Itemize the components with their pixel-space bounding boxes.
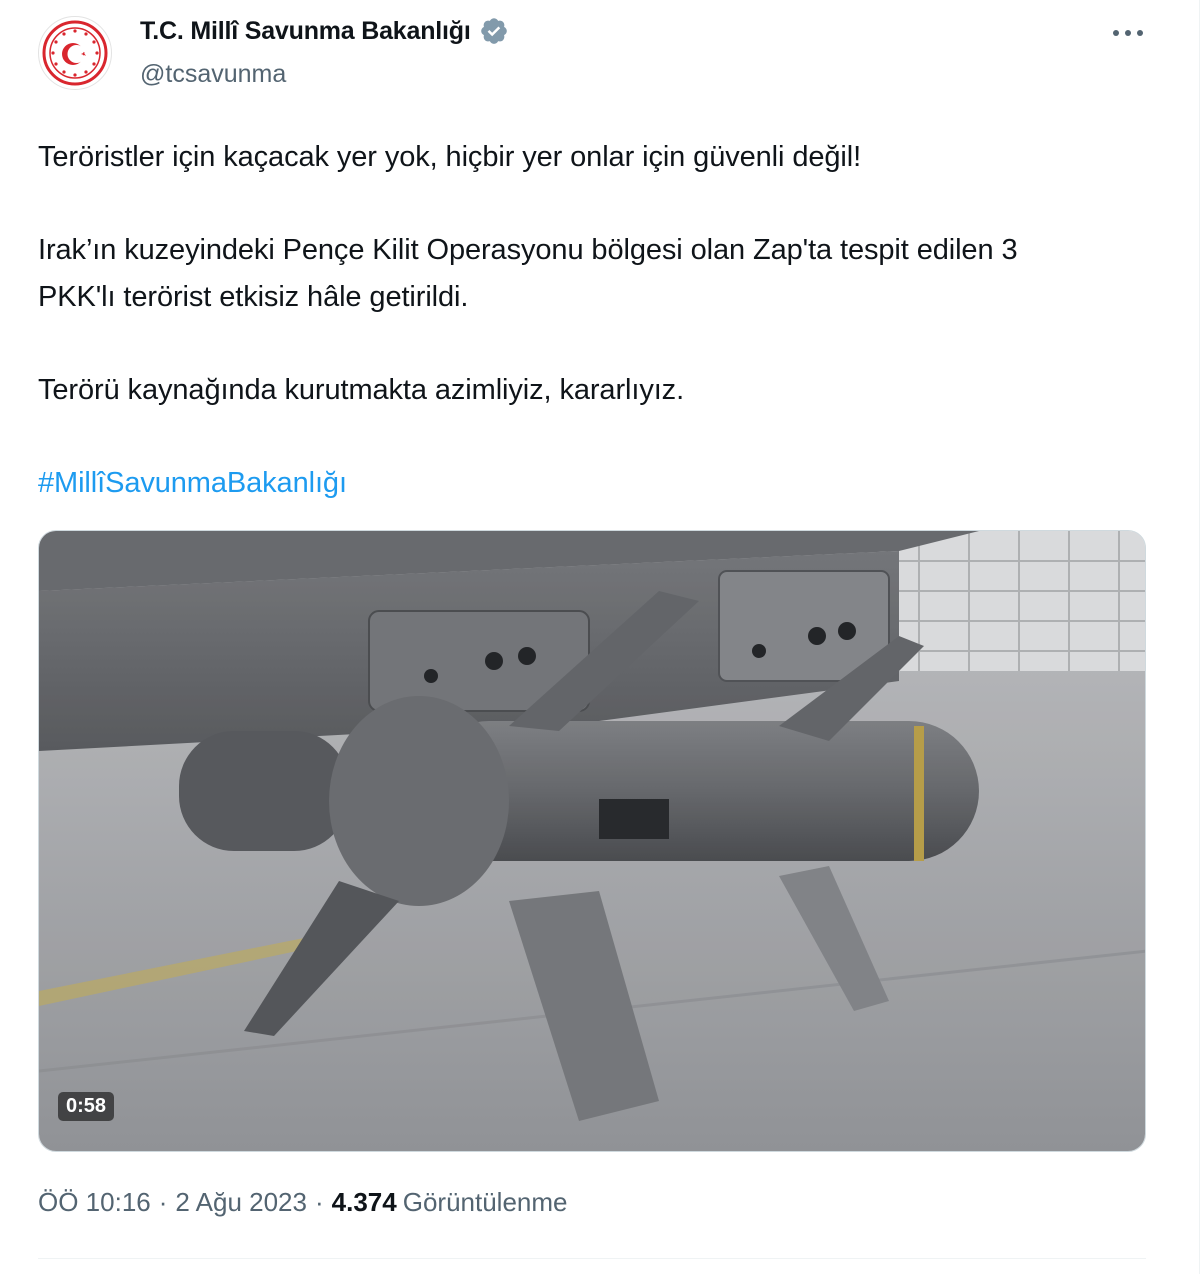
verified-badge-icon — [480, 18, 507, 44]
meta-separator: · — [158, 1187, 168, 1217]
video-thumbnail — [39, 531, 1145, 1151]
more-options-button[interactable] — [1108, 18, 1148, 48]
views-label[interactable]: Görüntülenme — [403, 1187, 568, 1218]
tweet-text: Teröristler için kaçacak yer yok, hiçbir… — [38, 134, 1148, 507]
more-options-icon — [1113, 30, 1143, 36]
author-display-name[interactable]: T.C. Millî Savunma Bakanlığı — [140, 17, 471, 46]
tweet-paragraph-1: Teröristler için kaçacak yer yok, hiçbir… — [38, 141, 862, 173]
tweet-paragraph-3: Terörü kaynağında kurutmakta azimliyiz, … — [38, 374, 685, 406]
author-handle[interactable]: @tcsavunma — [140, 60, 286, 89]
tweet-date[interactable]: 2 Ağu 2023 — [175, 1187, 307, 1218]
avatar[interactable] — [38, 16, 112, 90]
tweet-paragraph-2: Irak’ın kuzeyindeki Pençe Kilit Operasyo… — [38, 234, 1018, 313]
divider — [38, 1258, 1146, 1259]
views-count[interactable]: 4.374 — [332, 1187, 397, 1218]
tweet-card: T.C. Millî Savunma Bakanlığı @tcsavunma … — [0, 0, 1200, 1274]
meta-separator: · — [314, 1187, 324, 1217]
tweet-meta: ÖÖ 10:16 · 2 Ağu 2023 · 4.374 Görüntülen… — [38, 1187, 568, 1218]
video-duration-badge: 0:58 — [58, 1092, 115, 1121]
tweet-time[interactable]: ÖÖ 10:16 — [38, 1187, 151, 1218]
author-name-row[interactable]: T.C. Millî Savunma Bakanlığı — [140, 16, 509, 46]
ministry-emblem-icon — [42, 20, 108, 86]
video-player[interactable] — [38, 530, 1146, 1152]
hashtag-link[interactable]: #MillîSavunmaBakanlığı — [38, 467, 347, 499]
